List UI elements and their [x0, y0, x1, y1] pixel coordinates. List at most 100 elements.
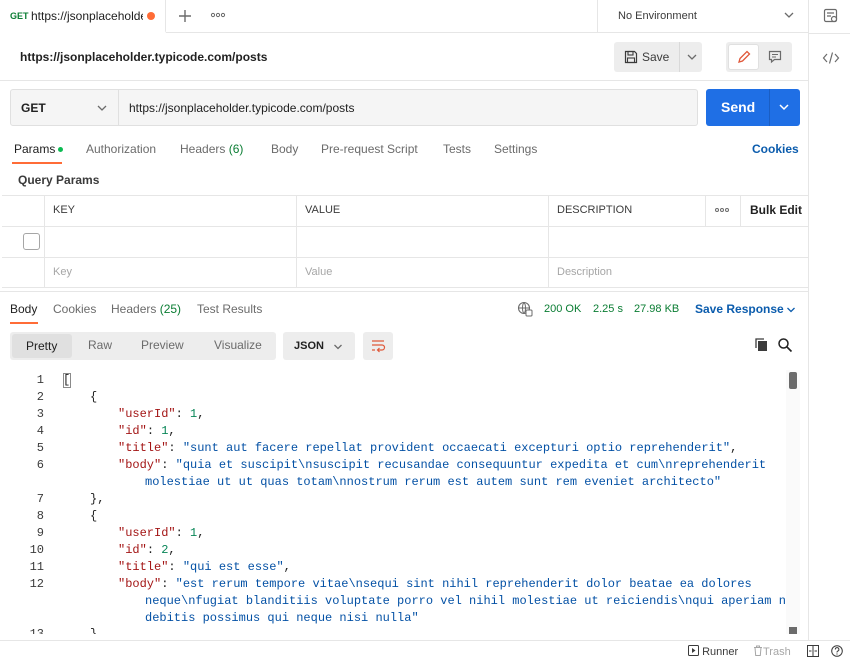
- more-tabs-button[interactable]: [210, 7, 226, 26]
- edit-mode-button[interactable]: [728, 44, 759, 70]
- url-input[interactable]: https://jsonplaceholder.typicode.com/pos…: [119, 89, 698, 126]
- trash-button[interactable]: Trash: [753, 645, 791, 658]
- request-title[interactable]: https://jsonplaceholder.typicode.com/pos…: [20, 50, 267, 64]
- line-number: 8: [36, 509, 44, 523]
- view-mode-group: Pretty Raw Preview Visualize: [10, 332, 276, 360]
- line-number: 4: [36, 424, 44, 438]
- code-line: "id": 1,: [118, 424, 176, 438]
- code-line: neque\nfugiat blanditiis voluptate porro…: [145, 594, 800, 608]
- cookies-link[interactable]: Cookies: [752, 142, 799, 156]
- tab-title: https://jsonplaceholder.typicode.com/pos…: [31, 9, 143, 23]
- method-label: GET: [21, 101, 46, 115]
- view-preview-button[interactable]: Preview: [141, 338, 184, 352]
- line-number: 10: [29, 543, 44, 557]
- save-options-button[interactable]: [679, 42, 702, 72]
- save-button[interactable]: Save: [614, 42, 678, 72]
- tab-body[interactable]: Body: [271, 142, 298, 156]
- line-number: 6: [36, 458, 44, 472]
- format-select[interactable]: JSON: [283, 332, 355, 360]
- code-line: },: [90, 627, 105, 634]
- response-tab-test-results[interactable]: Test Results: [197, 302, 262, 316]
- tab-headers-label: Headers: [180, 142, 226, 156]
- column-value: VALUE: [305, 204, 341, 216]
- bracket-match-highlight: [63, 373, 71, 388]
- line-number: 13: [29, 627, 44, 634]
- line-number: 12: [29, 577, 44, 591]
- search-icon[interactable]: [777, 337, 793, 353]
- tab-tests[interactable]: Tests: [443, 142, 471, 156]
- response-tab-body[interactable]: Body: [10, 302, 37, 316]
- response-body-editor[interactable]: 1 2 3 4 5 6 7 8 9 10 11 12 13 [ { "userI…: [0, 368, 800, 634]
- send-button[interactable]: Send: [706, 89, 800, 126]
- scrollbar-thumb[interactable]: [789, 372, 797, 389]
- code-line: {: [90, 390, 98, 404]
- code-line: },: [90, 492, 105, 506]
- line-number: 5: [36, 441, 44, 455]
- line-number: 3: [36, 407, 44, 421]
- editor-scrollbar[interactable]: [786, 370, 800, 634]
- tab-params[interactable]: Params: [14, 142, 55, 156]
- save-icon: [624, 50, 638, 64]
- new-tab-button[interactable]: [177, 6, 193, 26]
- response-headers-label: Headers: [111, 302, 157, 316]
- pencil-icon: [738, 50, 751, 63]
- line-number: 7: [36, 492, 44, 506]
- response-tab-cookies[interactable]: Cookies: [53, 302, 96, 316]
- chevron-down-icon[interactable]: [778, 101, 790, 113]
- code-snippet-icon[interactable]: [822, 50, 840, 66]
- comment-icon: [768, 50, 782, 64]
- environment-quick-look-icon[interactable]: [823, 8, 839, 24]
- line-number: 2: [36, 390, 44, 404]
- environment-selector[interactable]: No Environment: [597, 0, 808, 33]
- body-underline: [10, 322, 38, 324]
- chevron-down-icon: [334, 344, 342, 350]
- code-line: "userId": 1,: [118, 526, 205, 540]
- params-underline: [12, 162, 62, 164]
- view-raw-button[interactable]: Raw: [88, 338, 112, 352]
- tab-authorization[interactable]: Authorization: [86, 142, 156, 156]
- copy-icon[interactable]: [754, 337, 770, 353]
- scrollbar-bottom-marker: [789, 627, 797, 634]
- response-size[interactable]: 27.98 KB: [634, 303, 679, 315]
- key-placeholder[interactable]: Key: [53, 266, 72, 278]
- tab-headers[interactable]: Headers (6): [180, 142, 243, 156]
- status-code[interactable]: 200 OK: [544, 303, 581, 315]
- params-active-dot-icon: [58, 147, 63, 152]
- method-select[interactable]: GET: [10, 89, 119, 126]
- wrap-lines-button[interactable]: [363, 332, 393, 360]
- play-box-icon: [688, 645, 699, 656]
- response-headers-count: (25): [159, 302, 182, 316]
- description-placeholder[interactable]: Description: [557, 266, 612, 278]
- param-row-checkbox[interactable]: [23, 233, 40, 250]
- value-placeholder[interactable]: Value: [305, 266, 332, 278]
- runner-button[interactable]: Runner: [688, 645, 738, 658]
- chevron-down-icon[interactable]: [786, 305, 796, 315]
- help-icon[interactable]: [831, 645, 843, 657]
- comments-button[interactable]: [760, 44, 790, 70]
- send-label: Send: [721, 99, 756, 115]
- save-response-button[interactable]: Save Response: [695, 302, 784, 316]
- query-params-title: Query Params: [18, 173, 100, 187]
- chevron-down-icon: [687, 54, 697, 60]
- environment-label: No Environment: [618, 10, 697, 22]
- tab-pre-request-script[interactable]: Pre-request Script: [321, 142, 418, 156]
- tab-settings[interactable]: Settings: [494, 142, 537, 156]
- code-line: debitis possimus qui neque nisi nulla": [145, 611, 419, 625]
- two-pane-layout-icon[interactable]: [807, 645, 819, 657]
- format-label: JSON: [294, 340, 324, 352]
- response-time[interactable]: 2.25 s: [593, 303, 623, 315]
- view-pretty-label: Pretty: [26, 339, 58, 353]
- table-options-button[interactable]: [714, 203, 730, 220]
- mode-toggle: [726, 42, 792, 72]
- code-line: "title": "sunt aut facere repellat provi…: [118, 441, 738, 455]
- view-pretty-button[interactable]: Pretty: [12, 334, 72, 358]
- globe-icon[interactable]: [517, 301, 533, 317]
- trash-label: Trash: [763, 646, 791, 658]
- bulk-edit-button[interactable]: Bulk Edit: [750, 203, 802, 217]
- ellipsis-icon: [715, 208, 729, 212]
- wrap-icon: [372, 340, 386, 353]
- request-tab[interactable]: GET https://jsonplaceholder.typicode.com…: [0, 0, 166, 33]
- view-visualize-button[interactable]: Visualize: [214, 338, 262, 352]
- response-tab-headers[interactable]: Headers (25): [111, 302, 181, 316]
- code-line: "userId": 1,: [118, 407, 205, 421]
